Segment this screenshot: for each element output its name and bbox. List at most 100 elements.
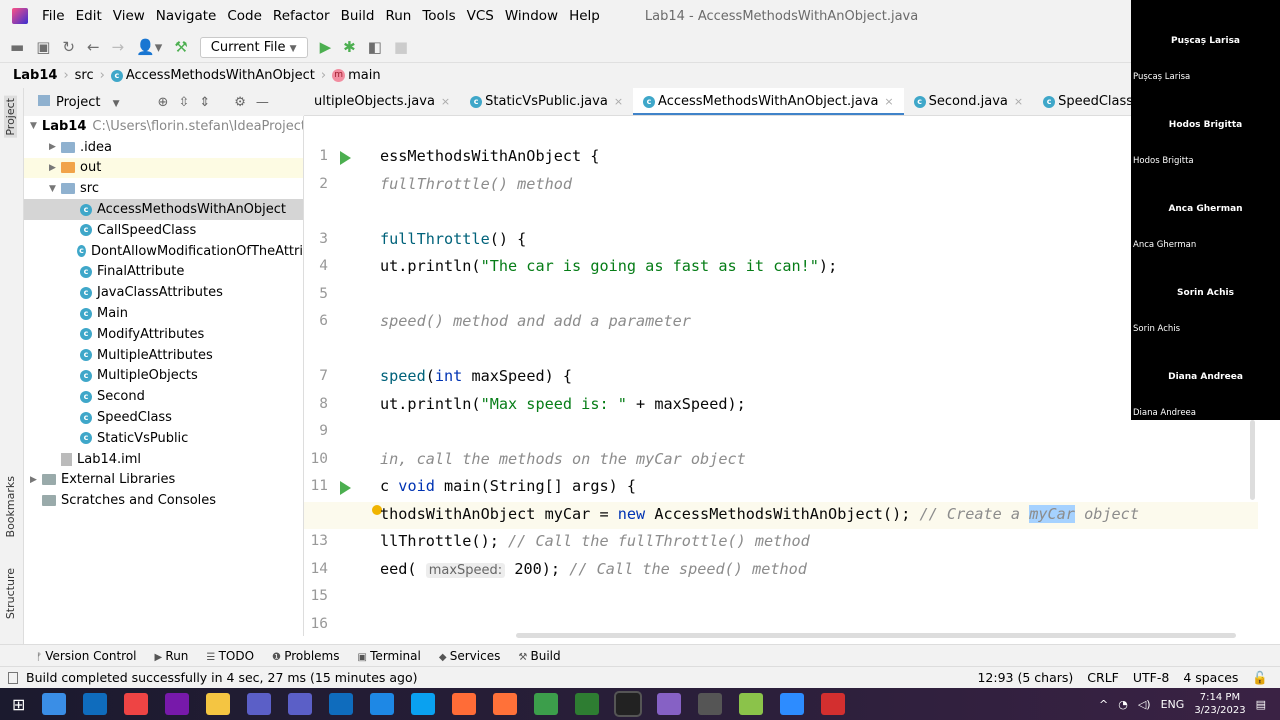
breadcrumb-method[interactable]: m main xyxy=(332,68,381,83)
calendar-icon[interactable] xyxy=(370,693,395,715)
tree-item[interactable]: c DontAllowModificationOfTheAttri xyxy=(24,241,303,262)
volume-icon[interactable]: ◁) xyxy=(1138,698,1151,711)
menu-build[interactable]: Build xyxy=(341,8,375,24)
outlook-icon[interactable] xyxy=(329,693,354,715)
sync-icon[interactable]: ↻ xyxy=(62,38,75,56)
skype-icon[interactable] xyxy=(411,693,436,715)
teams-icon[interactable] xyxy=(247,693,272,715)
editor-tab[interactable]: c Second.java × xyxy=(904,88,1033,115)
code-editor[interactable]: 12345678910111213141516 essMethodsWithAn… xyxy=(304,116,1258,636)
keepass-icon[interactable] xyxy=(698,693,723,715)
close-icon[interactable]: × xyxy=(441,95,450,108)
breadcrumb-class[interactable]: c AccessMethodsWithAnObject xyxy=(110,68,315,83)
editor-tab[interactable]: c StaticVsPublic.java × xyxy=(460,88,633,115)
menu-vcs[interactable]: VCS xyxy=(467,8,494,24)
run-configuration-select[interactable]: Current File ▼ xyxy=(199,36,308,58)
chrome-icon[interactable] xyxy=(534,693,559,715)
tree-item[interactable]: c SpeedClass xyxy=(24,407,303,428)
tree-item[interactable]: ▶ out xyxy=(24,157,303,179)
menu-navigate[interactable]: Navigate xyxy=(156,8,217,24)
tree-item[interactable]: c Main xyxy=(24,303,303,324)
participant-tile[interactable]: Sorin Achis Sorin Achis xyxy=(1131,252,1280,336)
menu-tools[interactable]: Tools xyxy=(422,8,455,24)
visual-studio-icon[interactable] xyxy=(657,693,682,715)
tree-item[interactable]: c StaticVsPublic xyxy=(24,428,303,449)
build-hammer-icon[interactable]: ⚒ xyxy=(174,38,187,56)
project-view-select[interactable]: Project ▼ xyxy=(38,94,120,110)
collapse-all-icon[interactable]: ⇕ xyxy=(199,95,210,110)
close-icon[interactable]: × xyxy=(1014,95,1023,108)
chevron-right-icon[interactable]: ▶ xyxy=(30,475,42,485)
tree-item[interactable]: c ModifyAttributes xyxy=(24,324,303,345)
wifi-icon[interactable]: ◔ xyxy=(1118,698,1128,711)
bookmarks-tool-button[interactable]: Bookmarks xyxy=(4,476,17,537)
zoom-icon[interactable] xyxy=(780,693,805,715)
tree-item[interactable]: c CallSpeedClass xyxy=(24,220,303,241)
file-encoding[interactable]: UTF-8 xyxy=(1133,670,1169,686)
lock-icon[interactable]: 🔓 xyxy=(1252,670,1268,686)
acrobat-icon[interactable] xyxy=(821,693,846,715)
firefox-icon[interactable] xyxy=(493,693,518,715)
tree-item[interactable]: c FinalAttribute xyxy=(24,262,303,283)
coverage-icon[interactable]: ◧ xyxy=(368,38,382,56)
stop-icon[interactable]: ■ xyxy=(394,38,408,56)
tree-item[interactable]: ▼ src xyxy=(24,178,303,199)
tree-item[interactable]: Lab14.iml xyxy=(24,449,303,470)
teams-icon[interactable] xyxy=(288,693,313,715)
tree-item[interactable]: c MultipleObjects xyxy=(24,366,303,387)
tool-problems[interactable]: ❶ Problems xyxy=(272,649,339,663)
tree-item[interactable]: ▶ External Libraries xyxy=(24,470,303,491)
menu-view[interactable]: View xyxy=(113,8,145,24)
structure-tool-button[interactable]: Structure xyxy=(4,568,17,619)
horizontal-scrollbar[interactable] xyxy=(516,633,1236,638)
tree-item[interactable]: c JavaClassAttributes xyxy=(24,282,303,303)
tool-build[interactable]: ⚒ Build xyxy=(518,649,560,663)
windows-start-icon[interactable]: ⊞ xyxy=(12,695,25,714)
menu-edit[interactable]: Edit xyxy=(76,8,102,24)
indent-setting[interactable]: 4 spaces xyxy=(1183,670,1238,686)
run-icon[interactable]: ▶ xyxy=(320,38,332,56)
open-folder-icon[interactable]: ▬ xyxy=(10,38,24,56)
breadcrumb-project[interactable]: Lab14 xyxy=(13,68,57,83)
breadcrumb-src[interactable]: src xyxy=(75,68,94,83)
caret-position[interactable]: 12:93 (5 chars) xyxy=(977,670,1073,686)
line-separator[interactable]: CRLF xyxy=(1087,670,1119,686)
onenote-icon[interactable] xyxy=(165,693,190,715)
forward-icon[interactable]: → xyxy=(112,38,125,56)
tree-item[interactable]: ▼ Lab14 C:\Users\florin.stefan\IdeaProject xyxy=(24,116,303,137)
chevron-down-icon[interactable]: ▼ xyxy=(30,121,37,131)
project-tool-button[interactable]: Project xyxy=(4,96,17,138)
expand-all-icon[interactable]: ⇳ xyxy=(178,95,189,110)
language-indicator[interactable]: ENG xyxy=(1161,698,1185,711)
postman-icon[interactable] xyxy=(452,693,477,715)
tool-terminal[interactable]: ▣ Terminal xyxy=(358,649,421,663)
menu-run[interactable]: Run xyxy=(385,8,411,24)
explorer-icon[interactable] xyxy=(206,693,231,715)
menu-refactor[interactable]: Refactor xyxy=(273,8,330,24)
status-message[interactable]: Build completed successfully in 4 sec, 2… xyxy=(26,670,418,685)
participant-tile[interactable]: Hodos Brigitta Hodos Brigitta xyxy=(1131,84,1280,168)
gear-icon[interactable]: ⚙ xyxy=(234,95,246,110)
hide-icon[interactable]: — xyxy=(256,95,269,110)
vcs-user-icon[interactable]: 👤▾ xyxy=(136,38,162,56)
tree-item[interactable]: c MultipleAttributes xyxy=(24,345,303,366)
menu-file[interactable]: File xyxy=(42,8,65,24)
run-gutter-icon[interactable] xyxy=(340,481,351,495)
run-gutter-icon[interactable] xyxy=(340,151,351,165)
chevron-down-icon[interactable]: ▼ xyxy=(49,184,61,194)
participant-tile[interactable]: Anca Gherman Anca Gherman xyxy=(1131,168,1280,252)
mail-icon[interactable] xyxy=(42,693,67,715)
tree-item[interactable]: Scratches and Consoles xyxy=(24,490,303,511)
intellij-icon[interactable] xyxy=(614,691,643,717)
chevron-right-icon[interactable]: ▶ xyxy=(49,142,61,152)
save-icon[interactable]: ▣ xyxy=(36,38,50,56)
menu-help[interactable]: Help xyxy=(569,8,600,24)
chevron-right-icon[interactable]: ▶ xyxy=(49,163,61,173)
tool-todo[interactable]: ☰ TODO xyxy=(206,649,254,663)
menu-window[interactable]: Window xyxy=(505,8,558,24)
participant-tile[interactable]: Diana Andreea Diana Andreea xyxy=(1131,336,1280,420)
editor-tab[interactable]: ultipleObjects.java × xyxy=(304,88,460,115)
participant-tile[interactable]: Pușcaș Larisa Pușcaș Larisa xyxy=(1131,0,1280,84)
outlook-icon[interactable] xyxy=(83,693,108,715)
tray-chevron-icon[interactable]: ^ xyxy=(1099,698,1108,711)
